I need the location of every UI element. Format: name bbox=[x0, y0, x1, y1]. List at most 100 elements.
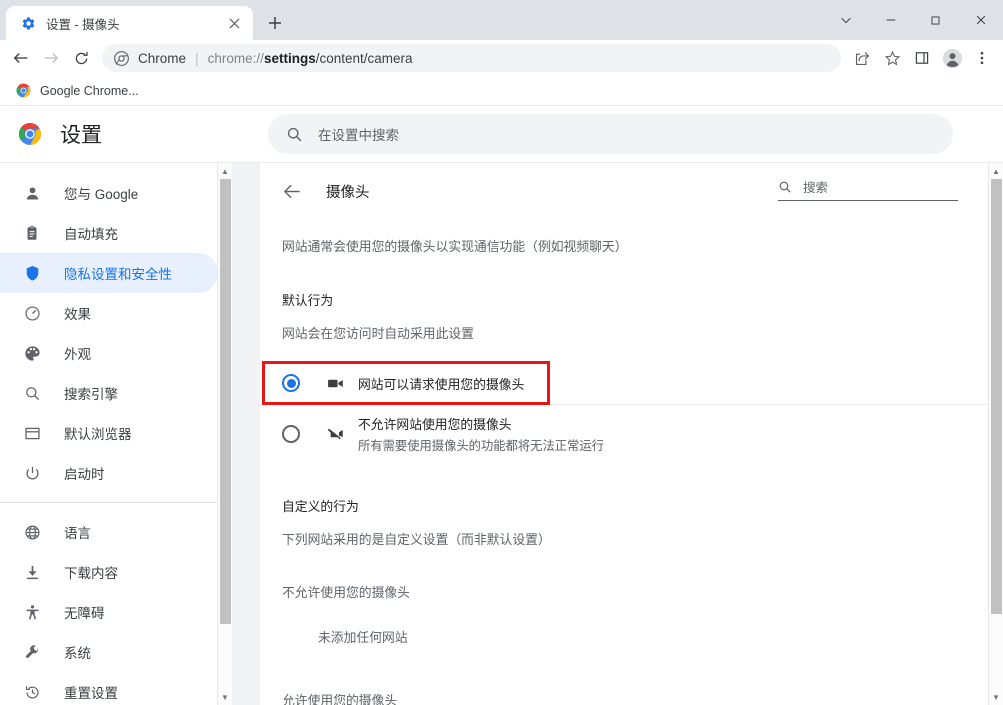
custom-behavior-heading: 自定义的行为 bbox=[282, 499, 359, 515]
person-icon bbox=[22, 183, 42, 203]
sidebar-item-privacy-security[interactable]: 隐私设置和安全性 bbox=[0, 253, 218, 293]
bookmarks-bar: Google Chrome... bbox=[0, 76, 1003, 106]
side-panel-icon[interactable] bbox=[907, 43, 937, 73]
sidebar-item-languages[interactable]: 语言 bbox=[0, 512, 218, 552]
settings-body: 您与 Google 自动填充 隐私设置和安全性 效果 外观 搜索引擎 默认浏览器… bbox=[0, 162, 1003, 705]
chrome-logo-icon bbox=[114, 50, 130, 66]
scrollbar-thumb[interactable] bbox=[991, 179, 1002, 614]
radio-label: 不允许网站使用您的摄像头 bbox=[358, 416, 512, 432]
back-arrow-icon[interactable] bbox=[282, 180, 304, 202]
browser-window: 设置 - 摄像头 Chrome | chrome://settings/cont… bbox=[0, 0, 1003, 705]
camera-on-icon bbox=[324, 372, 346, 394]
more-menu-icon[interactable] bbox=[967, 43, 997, 73]
sidebar-item-downloads[interactable]: 下载内容 bbox=[0, 552, 218, 592]
scroll-down-arrow-icon[interactable]: ▼ bbox=[989, 689, 1003, 705]
radio-button-unselected[interactable] bbox=[282, 424, 300, 443]
sidebar-item-reset-settings[interactable]: 重置设置 bbox=[0, 672, 218, 705]
radio-button-selected[interactable] bbox=[282, 374, 300, 393]
close-button[interactable] bbox=[958, 3, 1003, 37]
sidebar-label: 下载内容 bbox=[64, 566, 118, 581]
sidebar-label: 效果 bbox=[64, 307, 91, 322]
radio-option-allow-camera[interactable]: 网站可以请求使用您的摄像头 bbox=[260, 362, 988, 404]
sidebar-item-accessibility[interactable]: 无障碍 bbox=[0, 592, 218, 632]
shield-icon bbox=[22, 263, 42, 283]
gear-icon bbox=[20, 15, 36, 31]
profile-icon[interactable] bbox=[937, 43, 967, 73]
palette-icon bbox=[22, 343, 42, 363]
sidebar-item-performance[interactable]: 效果 bbox=[0, 293, 218, 333]
chevron-down-icon[interactable] bbox=[823, 3, 868, 37]
search-icon bbox=[778, 179, 793, 194]
omnibox-separator: | bbox=[195, 50, 199, 66]
content-search-placeholder: 搜索 bbox=[803, 181, 829, 195]
scroll-up-arrow-icon[interactable]: ▲ bbox=[218, 163, 232, 179]
forward-button-icon[interactable] bbox=[36, 43, 66, 73]
scroll-down-arrow-icon[interactable]: ▼ bbox=[218, 689, 232, 705]
toolbar-actions bbox=[847, 43, 997, 73]
minimize-button[interactable] bbox=[868, 3, 913, 37]
sidebar-item-system[interactable]: 系统 bbox=[0, 632, 218, 672]
content-title: 摄像头 bbox=[326, 184, 370, 201]
omnibox-site-label: Chrome bbox=[138, 50, 187, 66]
speedometer-icon bbox=[22, 303, 42, 323]
sidebar-item-default-browser[interactable]: 默认浏览器 bbox=[0, 413, 218, 453]
share-icon[interactable] bbox=[847, 43, 877, 73]
settings-search-input[interactable]: 在设置中搜索 bbox=[268, 114, 953, 154]
sidebar-label: 无障碍 bbox=[64, 606, 105, 621]
content-scrollbar[interactable]: ▲ ▼ bbox=[988, 163, 1003, 705]
sidebar-item-search-engine[interactable]: 搜索引擎 bbox=[0, 373, 218, 413]
sidebar-label: 启动时 bbox=[64, 467, 105, 482]
sidebar-label: 隐私设置和安全性 bbox=[64, 267, 172, 282]
chrome-logo-icon bbox=[16, 83, 32, 99]
scrollbar-track[interactable] bbox=[990, 179, 1003, 689]
search-icon bbox=[286, 125, 304, 143]
default-behavior-subheading: 网站会在您访问时自动采用此设置 bbox=[282, 326, 474, 342]
radio-label: 网站可以请求使用您的摄像头 bbox=[358, 376, 525, 392]
maximize-button[interactable] bbox=[913, 3, 958, 37]
scrollbar-thumb[interactable] bbox=[220, 179, 231, 624]
camera-description: 网站通常会使用您的摄像头以实现通信功能（例如视频聊天） bbox=[282, 239, 628, 254]
radio-option-block-camera[interactable]: 不允许网站使用您的摄像头 所有需要使用摄像头的功能都将无法正常运行 bbox=[260, 404, 988, 462]
scrollbar-track[interactable] bbox=[219, 179, 232, 689]
new-tab-button[interactable] bbox=[261, 9, 289, 37]
clipboard-icon bbox=[22, 223, 42, 243]
reload-button-icon[interactable] bbox=[66, 43, 96, 73]
window-controls bbox=[823, 0, 1003, 40]
accessibility-icon bbox=[22, 602, 42, 622]
sidebar-label: 外观 bbox=[64, 347, 91, 362]
address-bar[interactable]: Chrome | chrome://settings/content/camer… bbox=[102, 44, 841, 72]
blocked-sites-heading: 不允许使用您的摄像头 bbox=[282, 585, 410, 601]
bookmark-item[interactable]: Google Chrome... bbox=[8, 79, 147, 103]
sidebar-label: 语言 bbox=[64, 526, 91, 541]
sidebar-item-on-startup[interactable]: 启动时 bbox=[0, 453, 218, 493]
sidebar-label: 重置设置 bbox=[64, 686, 118, 701]
sidebar-label: 自动填充 bbox=[64, 227, 118, 242]
blocked-sites-empty: 未添加任何网站 bbox=[318, 630, 408, 646]
content-search-input[interactable]: 搜索 bbox=[778, 177, 958, 201]
wrench-icon bbox=[22, 642, 42, 662]
allowed-sites-heading: 允许使用您的摄像头 bbox=[282, 693, 398, 705]
bookmark-star-icon[interactable] bbox=[877, 43, 907, 73]
chrome-logo-icon bbox=[18, 122, 42, 146]
sidebar-label: 默认浏览器 bbox=[64, 427, 132, 442]
search-icon bbox=[22, 383, 42, 403]
camera-settings-card: 摄像头 搜索 网站通常会使用您的摄像头以实现通信功能（例如视频聊天） 默认行为 … bbox=[260, 163, 988, 705]
sidebar-item-autofill[interactable]: 自动填充 bbox=[0, 213, 218, 253]
tab-title: 设置 - 摄像头 bbox=[46, 17, 120, 32]
default-behavior-radio-group: 网站可以请求使用您的摄像头 不允许网站使用您的摄像头 所有需要使用摄像头的功能都… bbox=[260, 362, 988, 462]
tab-settings-camera[interactable]: 设置 - 摄像头 bbox=[6, 6, 253, 40]
tab-close-icon[interactable] bbox=[225, 14, 243, 32]
url-scheme: chrome:// bbox=[207, 50, 264, 66]
history-restore-icon bbox=[22, 682, 42, 702]
sidebar-scrollbar[interactable]: ▲ ▼ bbox=[217, 163, 232, 705]
settings-page: 设置 在设置中搜索 您与 Google 自动填充 隐私设置和安全性 效果 外观 … bbox=[0, 106, 1003, 705]
settings-content-area: 摄像头 搜索 网站通常会使用您的摄像头以实现通信功能（例如视频聊天） 默认行为 … bbox=[232, 163, 1003, 705]
scroll-up-arrow-icon[interactable]: ▲ bbox=[989, 163, 1003, 179]
sidebar-item-appearance[interactable]: 外观 bbox=[0, 333, 218, 373]
page-title: 设置 bbox=[60, 124, 102, 147]
url-path: /content/camera bbox=[315, 50, 413, 66]
settings-header: 设置 在设置中搜索 bbox=[0, 106, 1003, 162]
sidebar-item-you-and-google[interactable]: 您与 Google bbox=[0, 173, 218, 213]
radio-text-block: 不允许网站使用您的摄像头 所有需要使用摄像头的功能都将无法正常运行 bbox=[358, 414, 604, 454]
back-button-icon[interactable] bbox=[6, 43, 36, 73]
